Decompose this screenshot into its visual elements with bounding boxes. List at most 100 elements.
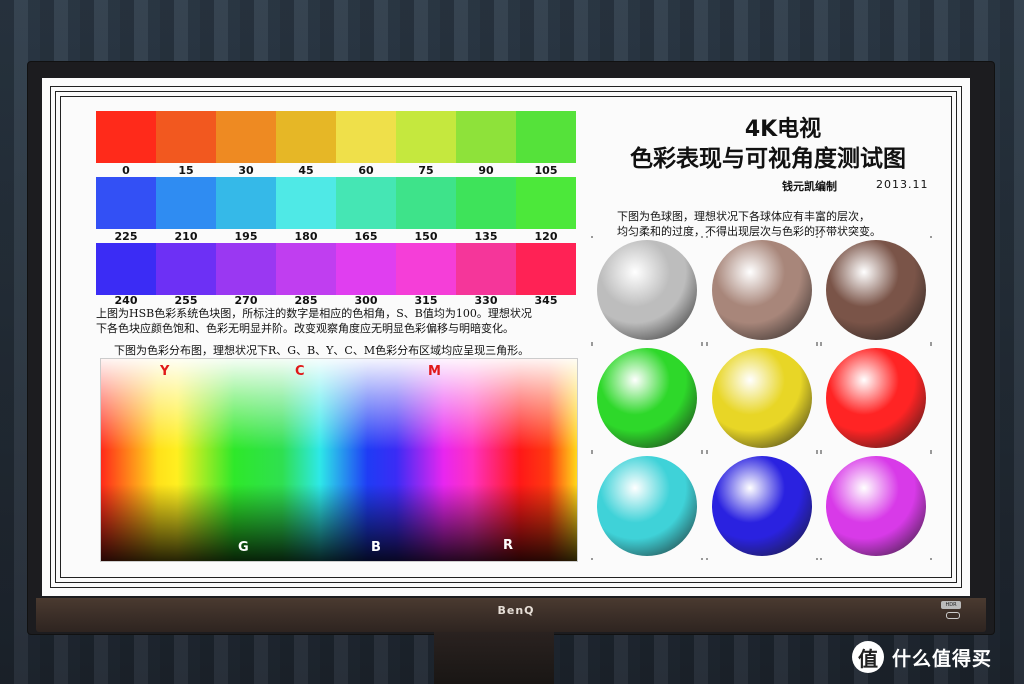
hue-label: 150 — [414, 230, 438, 243]
hue-label: 180 — [294, 230, 318, 243]
registration-mark — [706, 344, 708, 346]
hue-label: 15 — [178, 164, 194, 177]
registration-mark — [816, 558, 818, 560]
hue-swatch — [96, 243, 156, 295]
registration-mark — [816, 236, 818, 238]
hue-swatch — [216, 177, 276, 229]
hue-labels-row-1: 0 15 30 45 60 75 90 105 — [96, 164, 576, 177]
hue-label: 225 — [114, 230, 138, 243]
hue-swatch — [516, 243, 576, 295]
hue-strip-row-3 — [96, 243, 576, 295]
hue-swatch — [156, 177, 216, 229]
hue-label: 75 — [418, 164, 434, 177]
hue-swatch — [276, 243, 336, 295]
hue-swatch — [276, 111, 336, 163]
sphere-brown-dark — [826, 240, 926, 340]
registration-mark — [930, 236, 932, 238]
hue-swatch — [456, 177, 516, 229]
sphere-red — [826, 348, 926, 448]
hue-label: 60 — [358, 164, 374, 177]
chart-note: 下图为色彩分布图，理想状况下R、G、B、Y、C、M色彩分布区域均应呈现三角形。 — [114, 344, 530, 357]
registration-mark — [930, 452, 932, 454]
hue-swatch — [336, 177, 396, 229]
hue-swatch — [276, 177, 336, 229]
sphere-cyan — [597, 456, 697, 556]
hue-swatch — [456, 111, 516, 163]
power-button[interactable] — [946, 612, 960, 619]
hue-swatch — [396, 177, 456, 229]
registration-mark — [816, 452, 818, 454]
hue-swatch — [336, 111, 396, 163]
hue-label: 0 — [122, 164, 130, 177]
chart-label-g: G — [238, 540, 249, 555]
sphere-yellow — [712, 348, 812, 448]
hue-swatch — [516, 177, 576, 229]
chart-label-r: R — [503, 538, 514, 553]
color-distribution-chart — [100, 358, 578, 562]
registration-mark — [591, 452, 593, 454]
registration-mark — [820, 344, 822, 346]
chart-label-c: C — [295, 364, 305, 379]
hue-label: 120 — [534, 230, 558, 243]
hue-label: 195 — [234, 230, 258, 243]
registration-mark — [591, 344, 593, 346]
registration-mark — [930, 558, 932, 560]
registration-mark — [930, 344, 932, 346]
registration-mark — [820, 452, 822, 454]
hue-label: 135 — [474, 230, 498, 243]
sphere-note-line-1: 下图为色球图，理想状况下各球体应有丰富的层次， — [617, 210, 870, 223]
hue-label: 30 — [238, 164, 254, 177]
date: 2013.11 — [876, 178, 929, 191]
hue-swatch — [396, 111, 456, 163]
hdr-badge: HDR — [941, 601, 961, 609]
registration-mark — [701, 452, 703, 454]
registration-mark — [816, 344, 818, 346]
brand-logo: BenQ — [497, 604, 535, 617]
hue-swatch — [156, 243, 216, 295]
hsb-note-line-2: 下各色块应颜色饱和、色彩无明显并阶。改变观察角度应无明显色彩偏移与明暗变化。 — [96, 322, 514, 335]
hue-labels-row-2: 225 210 195 180 165 150 135 120 — [96, 230, 576, 243]
sphere-green — [597, 348, 697, 448]
hue-swatch — [516, 111, 576, 163]
hue-swatch — [216, 243, 276, 295]
watermark-text: 什么值得买 — [892, 647, 993, 670]
hue-swatch — [96, 177, 156, 229]
hue-swatch — [216, 111, 276, 163]
sphere-blue — [712, 456, 812, 556]
hue-swatch — [396, 243, 456, 295]
hue-strip-row-1 — [96, 111, 576, 163]
sphere-gray — [597, 240, 697, 340]
hue-swatch — [156, 111, 216, 163]
author: 钱元凯编制 — [782, 180, 837, 193]
hue-label: 105 — [534, 164, 558, 177]
registration-mark — [820, 236, 822, 238]
registration-mark — [706, 452, 708, 454]
watermark-icon: 值 — [852, 641, 884, 673]
hue-label: 165 — [354, 230, 378, 243]
hue-swatch — [96, 111, 156, 163]
hue-label: 210 — [174, 230, 198, 243]
registration-mark — [706, 558, 708, 560]
registration-mark — [706, 236, 708, 238]
hue-label: 90 — [478, 164, 494, 177]
chart-label-m: M — [428, 364, 441, 379]
title-line-2: 色彩表现与可视角度测试图 — [630, 146, 906, 172]
monitor-stand — [434, 632, 554, 684]
registration-mark — [701, 558, 703, 560]
sphere-brown-light — [712, 240, 812, 340]
hue-swatch — [336, 243, 396, 295]
registration-mark — [701, 236, 703, 238]
hue-label: 45 — [298, 164, 314, 177]
watermark: 值 什么值得买 — [852, 640, 992, 674]
chart-label-y: Y — [160, 364, 170, 379]
registration-mark — [591, 558, 593, 560]
registration-mark — [591, 236, 593, 238]
hue-strip-row-2 — [96, 177, 576, 229]
registration-mark — [820, 558, 822, 560]
hue-swatch — [456, 243, 516, 295]
hsb-note-line-1: 上图为HSB色彩系统色块图，所标注的数字是相应的色相角，S、B值均为100。理想… — [96, 307, 532, 320]
registration-mark — [701, 344, 703, 346]
chart-label-b: B — [371, 540, 381, 555]
sphere-magenta — [826, 456, 926, 556]
sphere-note-line-2: 均匀柔和的过度，不得出现层次与色彩的环带状突变。 — [617, 225, 881, 238]
